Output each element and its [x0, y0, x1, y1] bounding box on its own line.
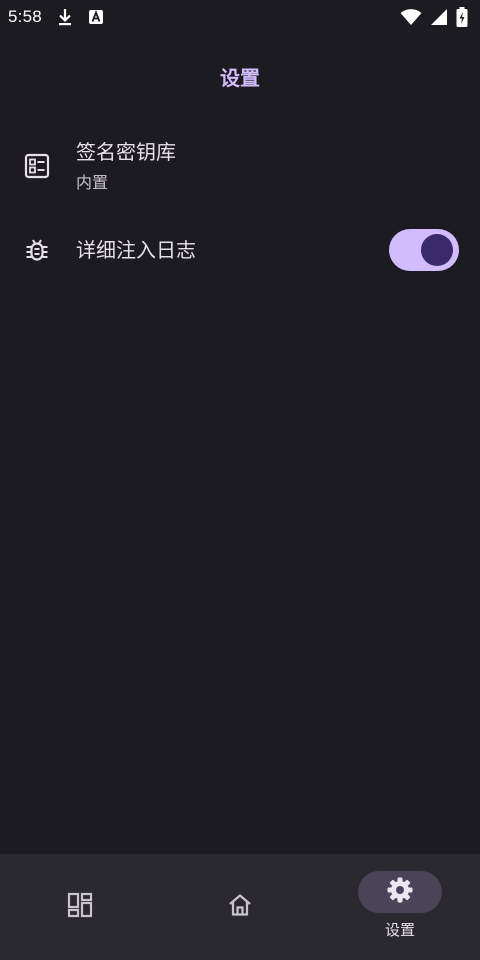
a-badge-icon [88, 9, 104, 25]
nav-active-indicator [358, 871, 442, 913]
app-bar: 设置 [0, 56, 480, 96]
setting-title: 签名密钥库 [76, 140, 176, 164]
list-detail-icon [24, 153, 50, 179]
setting-subtitle: 内置 [76, 173, 109, 192]
setting-signing-keystore[interactable]: 签名密钥库 内置 [0, 130, 480, 202]
nav-item-home[interactable] [160, 854, 320, 960]
wifi-icon [400, 8, 422, 26]
settings-list: 签名密钥库 内置 详细注入日志 [0, 130, 480, 283]
signal-icon [430, 8, 448, 26]
nav-label-settings: 设置 [384, 921, 415, 939]
bottom-nav: 设置 [0, 854, 480, 960]
nav-item-apps[interactable] [0, 854, 160, 960]
switch-thumb [421, 234, 453, 266]
battery-charging-icon [456, 7, 468, 27]
bug-icon [24, 237, 50, 263]
nav-icon-container [38, 886, 122, 928]
setting-title: 详细注入日志 [76, 238, 196, 262]
status-bar: 5:58 [0, 0, 480, 34]
screen: 5:58 设置 签名密钥库 内置 详细注入日志 设置 [0, 0, 480, 960]
nav-item-settings[interactable]: 设置 [320, 854, 480, 960]
verbose-log-switch[interactable] [389, 229, 459, 271]
setting-verbose-injection-log[interactable]: 详细注入日志 [0, 217, 480, 283]
status-time: 5:58 [8, 7, 42, 26]
apps-grid-icon [67, 892, 93, 922]
download-icon [56, 7, 74, 27]
gear-icon [386, 876, 414, 908]
home-icon [227, 892, 253, 922]
nav-icon-container [198, 886, 282, 928]
page-title: 设置 [220, 65, 260, 90]
